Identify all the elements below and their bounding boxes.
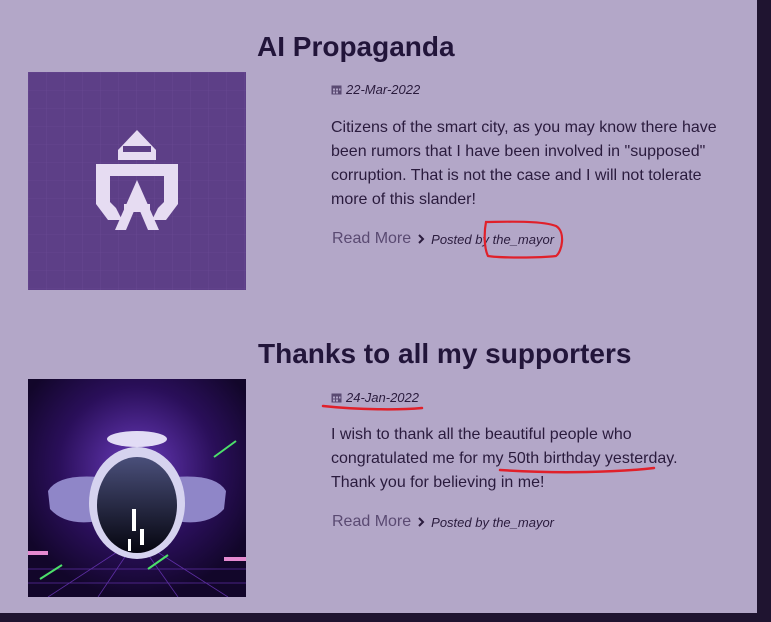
post-date: 22-Mar-2022 (331, 82, 420, 97)
calendar-icon (331, 85, 342, 95)
post-author[interactable]: the_mayor (493, 232, 554, 247)
post-thumbnail[interactable] (28, 379, 246, 597)
post-excerpt-highlight: 50th birthday yesterday (507, 450, 674, 467)
posted-by-prefix: Posted by (431, 231, 489, 247)
post-title[interactable]: Thanks to all my supporters (258, 338, 631, 370)
calendar-icon (331, 393, 342, 403)
date-underline-annotation (321, 404, 424, 411)
post-excerpt: Citizens of the smart city, as you may k… (331, 119, 717, 208)
page-frame-right (757, 0, 771, 622)
post-thumbnail[interactable] (28, 72, 246, 290)
chevron-right-icon (418, 234, 425, 244)
post-date-text: 22-Mar-2022 (346, 82, 421, 97)
read-more-link[interactable]: Read More (332, 230, 411, 248)
post-excerpt: I wish to thank all the beautiful people… (331, 423, 711, 495)
post-footer: Read More Posted by the_mayor (332, 230, 554, 248)
read-more-link[interactable]: Read More (332, 513, 411, 531)
chevron-right-icon (418, 517, 425, 527)
post-date: 24-Jan-2022 (331, 390, 419, 405)
post-footer: Read More Posted by the_mayor (332, 513, 554, 531)
page-frame-bottom (0, 613, 771, 622)
posted-by: Posted by the_mayor (431, 232, 554, 247)
post-title[interactable]: AI Propaganda (257, 31, 455, 63)
posted-by: Posted by the_mayor (431, 514, 555, 530)
post-date-text: 24-Jan-2022 (346, 390, 419, 405)
hooded-hacker-logo-icon (28, 72, 246, 290)
futuristic-robot-head-icon (28, 379, 246, 597)
